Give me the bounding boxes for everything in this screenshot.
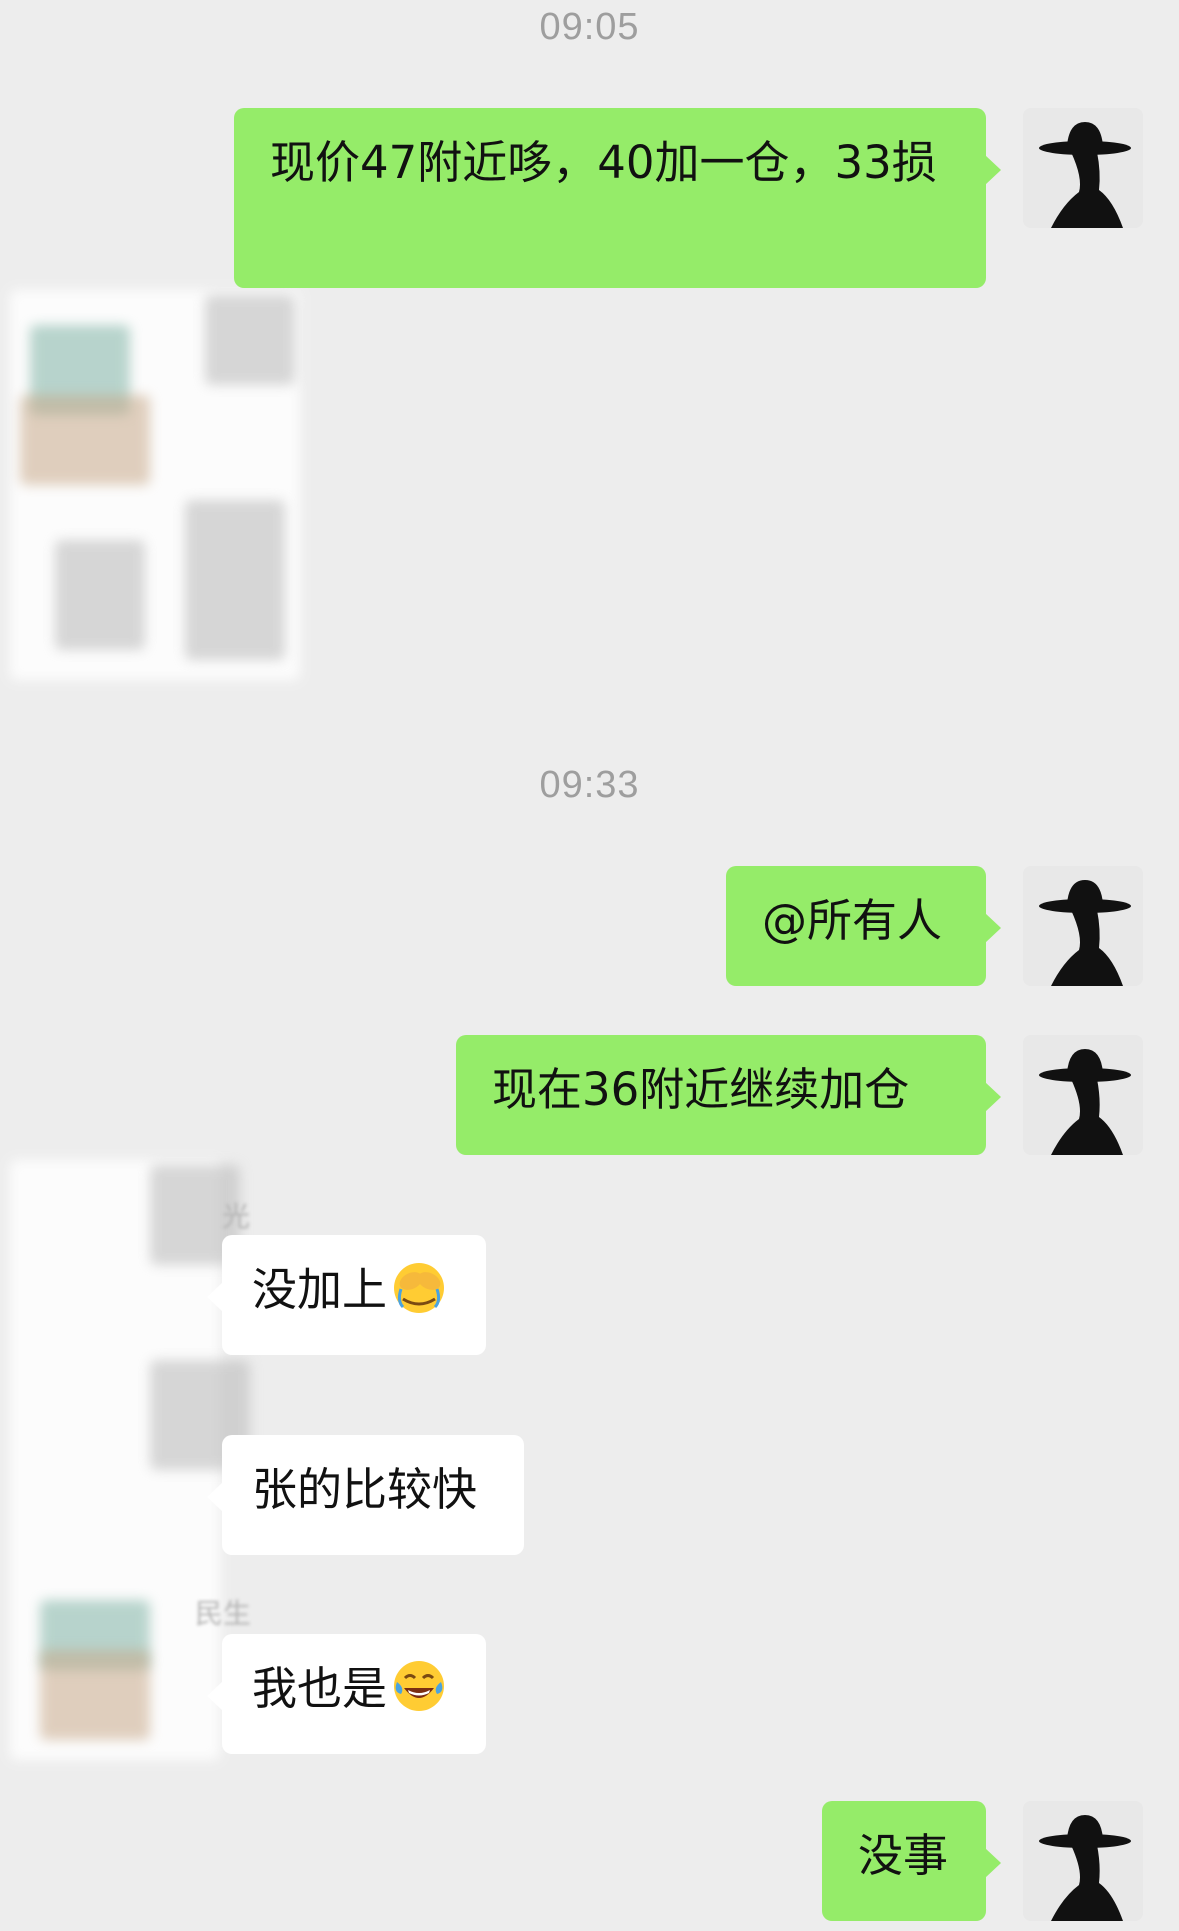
message-text: 现价47附近哆，40加一仓，33损 — [270, 136, 937, 189]
message-text: 现在36附近继续加仓 — [492, 1063, 910, 1116]
sender-name: 民生 — [195, 1597, 252, 1630]
incoming-message[interactable]: 没加上 — [207, 1235, 486, 1355]
message-text: 没加上 — [252, 1263, 388, 1316]
avatar[interactable] — [1023, 866, 1143, 986]
sender-name: 光 — [222, 1200, 251, 1233]
avatar[interactable] — [1023, 1801, 1143, 1921]
message-text: 没事 — [858, 1829, 949, 1882]
incoming-message[interactable]: 我也是 — [207, 1634, 486, 1754]
avatar[interactable] — [1023, 108, 1143, 228]
outgoing-message[interactable]: 现价47附近哆，40加一仓，33损 — [234, 108, 1001, 288]
hat-figure-icon — [1023, 1035, 1143, 1155]
outgoing-message[interactable]: @所有人 — [726, 866, 1001, 986]
message-text: 张的比较快 — [252, 1463, 478, 1516]
timestamp: 09:33 — [539, 764, 640, 806]
facepalm-emoji-icon — [394, 1263, 445, 1313]
hat-figure-icon — [1023, 108, 1143, 228]
outgoing-message[interactable]: 现在36附近继续加仓 — [456, 1035, 1001, 1155]
incoming-message[interactable]: 张的比较快 — [207, 1435, 524, 1555]
timestamp: 09:05 — [539, 6, 640, 48]
hat-figure-icon — [1023, 1801, 1143, 1921]
outgoing-message[interactable]: 没事 — [822, 1801, 1001, 1921]
message-text: 我也是 — [252, 1662, 388, 1715]
message-text: @所有人 — [762, 894, 943, 947]
tears-of-joy-emoji-icon — [394, 1661, 445, 1711]
avatar[interactable] — [1023, 1035, 1143, 1155]
hat-figure-icon — [1023, 866, 1143, 986]
